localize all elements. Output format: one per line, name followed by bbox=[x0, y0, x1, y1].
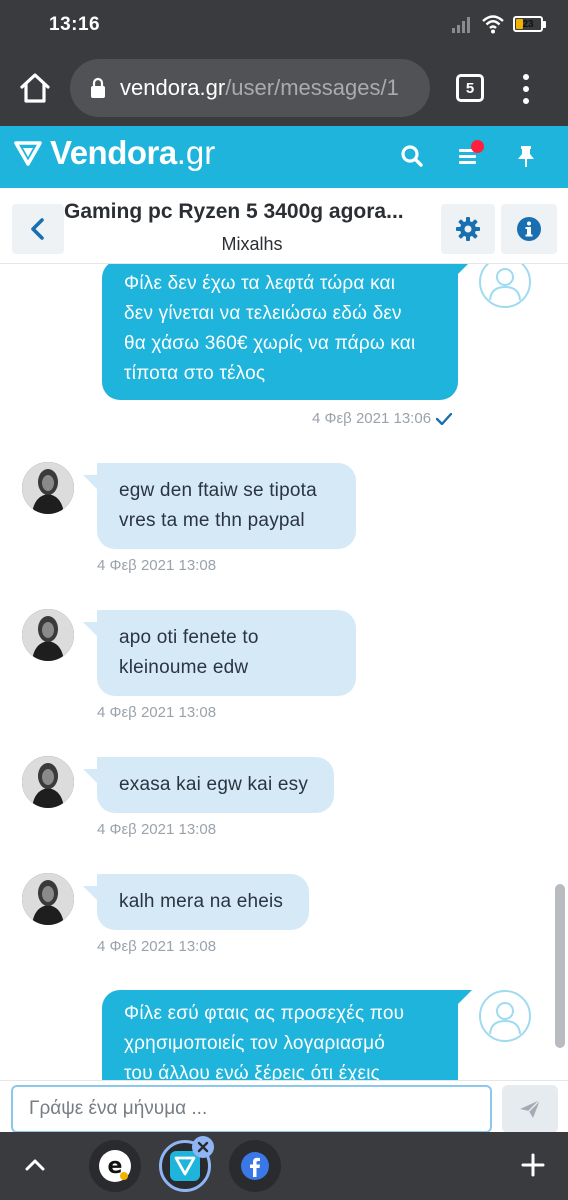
message-text: χρησιμοποιείς τον λογαριασμό bbox=[124, 1033, 385, 1054]
e-site-icon: e bbox=[99, 1150, 131, 1182]
message-text: Φίλε δεν έχω τα λεφτά τώρα και bbox=[124, 273, 396, 294]
back-button[interactable] bbox=[12, 204, 64, 254]
url-host: vendora.gr bbox=[120, 75, 226, 100]
logo-tld: .gr bbox=[176, 134, 216, 171]
message-text: θα χάσω 360€ χωρίς να πάρω και bbox=[124, 333, 416, 354]
user-photo-icon bbox=[22, 873, 74, 925]
message-text: τίποτα στο τέλος bbox=[124, 363, 266, 384]
message-bubble-incoming: egw den ftaiw se tipota vres ta me thn p… bbox=[83, 463, 356, 549]
avatar[interactable] bbox=[22, 756, 74, 808]
message-text: kleinoume edw bbox=[119, 657, 249, 678]
plus-icon[interactable] bbox=[520, 1152, 546, 1178]
scrollbar[interactable] bbox=[555, 884, 565, 1048]
message-timestamp: 4 Φεβ 2021 13:06 bbox=[312, 410, 453, 427]
status-icons: 23 bbox=[451, 14, 546, 34]
checkmark-icon bbox=[436, 412, 453, 425]
message-bubble-outgoing: Φίλε δεν έχω τα λεφτά τώρα και δεν γίνετ… bbox=[102, 264, 472, 400]
message-text: egw den ftaiw se tipota bbox=[119, 480, 317, 501]
message-timestamp: 4 Φεβ 2021 13:08 bbox=[97, 938, 217, 955]
address-bar[interactable]: vendora.gr/user/messages/1 bbox=[70, 59, 430, 117]
message-text: δεν γίνεται να τελειώσω εδώ δεν bbox=[124, 303, 402, 324]
browser-toolbar: vendora.gr/user/messages/1 5 bbox=[0, 50, 568, 126]
signal-icon bbox=[452, 17, 470, 33]
message-bubble-incoming: kalh mera na eheis bbox=[83, 874, 309, 930]
battery-level: 23 bbox=[522, 18, 534, 30]
conversation-header: Gaming pc Ryzen 5 3400g agora... Mixalhs bbox=[0, 188, 568, 264]
messages-list[interactable]: Φίλε δεν έχω τα λεφτά τώρα και δεν γίνετ… bbox=[0, 264, 568, 1080]
search-icon[interactable] bbox=[398, 142, 426, 170]
ecommerce-tab[interactable]: e bbox=[89, 1140, 141, 1192]
site-header: Vendora .gr bbox=[0, 126, 568, 188]
avatar[interactable] bbox=[22, 873, 74, 925]
chevron-left-icon bbox=[31, 218, 44, 240]
wifi-icon bbox=[482, 15, 504, 34]
notification-badge bbox=[471, 140, 484, 153]
info-button[interactable] bbox=[501, 204, 557, 254]
chevron-up-icon[interactable] bbox=[22, 1152, 48, 1178]
message-text: exasa kai egw kai esy bbox=[119, 774, 309, 795]
avatar[interactable] bbox=[22, 462, 74, 514]
default-user-icon bbox=[489, 268, 521, 301]
message-timestamp: 4 Φεβ 2021 13:08 bbox=[97, 704, 217, 721]
vendora-logo-icon bbox=[14, 141, 42, 166]
message-input[interactable] bbox=[11, 1085, 492, 1133]
close-icon bbox=[197, 1141, 209, 1153]
message-timestamp: 4 Φεβ 2021 13:08 bbox=[97, 557, 217, 574]
message-text: του άλλου ενώ ξέρεις ότι έχεις bbox=[124, 1063, 380, 1080]
message-text: apo oti fenete to bbox=[119, 627, 259, 648]
facebook-tab[interactable] bbox=[229, 1140, 281, 1192]
battery-icon: 23 bbox=[513, 16, 546, 32]
avatar[interactable] bbox=[479, 990, 531, 1042]
vendora-logo[interactable]: Vendora .gr bbox=[14, 134, 215, 172]
pin-icon[interactable] bbox=[512, 142, 540, 170]
browser-menu-icon[interactable] bbox=[516, 74, 536, 104]
home-icon[interactable] bbox=[18, 71, 52, 105]
status-time: 13:16 bbox=[49, 14, 101, 35]
tab-count: 5 bbox=[465, 79, 475, 97]
user-photo-icon bbox=[22, 609, 74, 661]
avatar[interactable] bbox=[22, 609, 74, 661]
message-timestamp: 4 Φεβ 2021 13:08 bbox=[97, 821, 217, 838]
tab-switcher-button[interactable]: 5 bbox=[456, 74, 484, 102]
gear-icon bbox=[456, 217, 480, 241]
message-bubble-incoming: apo oti fenete to kleinoume edw bbox=[83, 610, 356, 696]
message-composer bbox=[0, 1080, 568, 1133]
user-photo-icon bbox=[22, 462, 74, 514]
conversation-user[interactable]: Mixalhs bbox=[64, 234, 440, 255]
send-icon bbox=[520, 1099, 541, 1118]
url-text: vendora.gr/user/messages/1 bbox=[120, 75, 399, 101]
logo-name: Vendora bbox=[50, 134, 177, 171]
send-button[interactable] bbox=[502, 1085, 558, 1133]
message-bubble-incoming: exasa kai egw kai esy bbox=[83, 757, 334, 813]
message-text: Φίλε εσύ φταις ας προσεχές που bbox=[124, 1003, 405, 1024]
settings-button[interactable] bbox=[441, 204, 495, 254]
default-user-icon bbox=[489, 1002, 521, 1035]
message-text: vres ta me thn paypal bbox=[119, 510, 305, 531]
facebook-icon bbox=[241, 1152, 269, 1180]
message-text: kalh mera na eheis bbox=[119, 891, 284, 912]
status-bar: 13:16 23 bbox=[0, 0, 568, 50]
browser-tab-strip: e bbox=[0, 1132, 568, 1200]
info-icon bbox=[517, 217, 541, 241]
lock-icon bbox=[91, 77, 105, 98]
conversation-title[interactable]: Gaming pc Ryzen 5 3400g agora... bbox=[64, 200, 440, 224]
message-time: 4 Φεβ 2021 13:06 bbox=[312, 410, 432, 427]
url-path: /user/messages/1 bbox=[225, 75, 399, 100]
close-tab-button[interactable] bbox=[192, 1136, 214, 1158]
message-bubble-outgoing: Φίλε εσύ φταις ας προσεχές που χρησιμοπο… bbox=[102, 990, 472, 1080]
avatar[interactable] bbox=[479, 264, 531, 308]
user-photo-icon bbox=[22, 756, 74, 808]
